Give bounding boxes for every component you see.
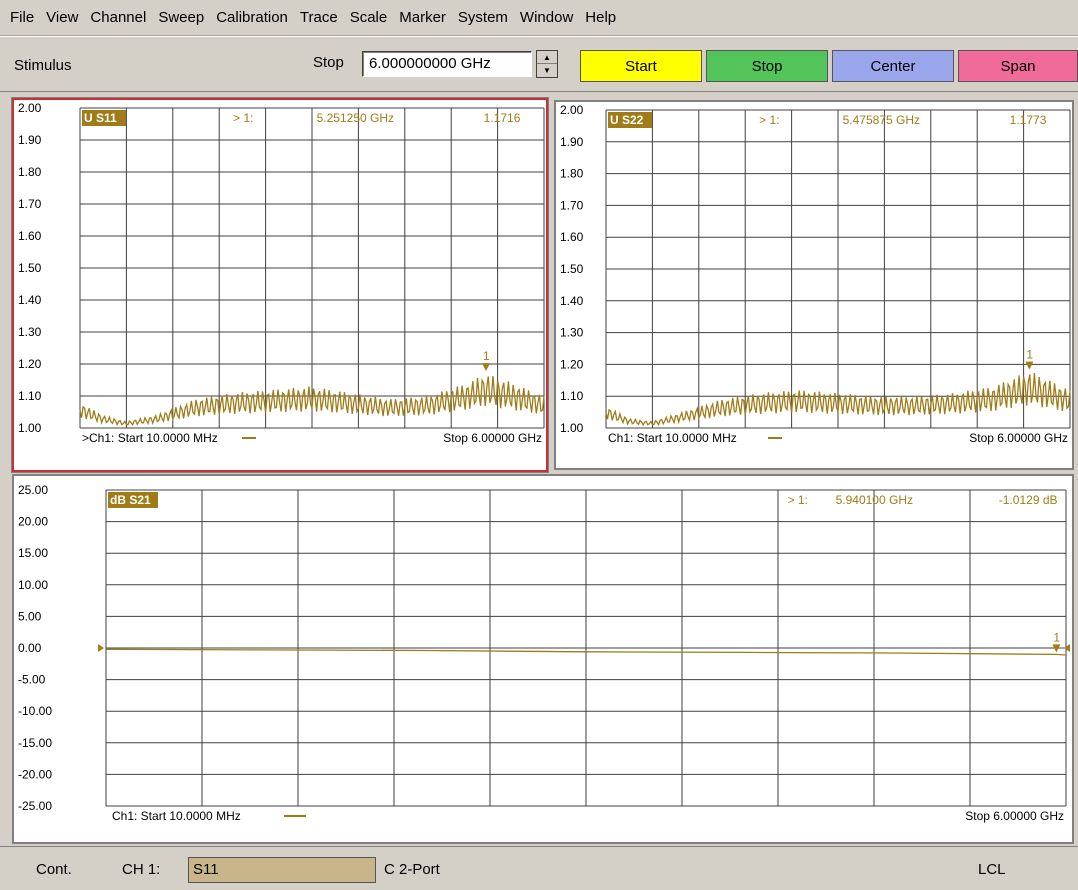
y-tick-label: 1.40 [560,294,584,308]
stop-frequency-input[interactable]: 6.000000000 GHz [362,51,532,77]
y-tick-label: 1.80 [18,165,42,179]
trace-label: U S11 [84,111,117,125]
y-tick-label: -25.00 [18,799,52,813]
menu-help[interactable]: Help [579,0,622,36]
stop-field-label: Stop [313,54,344,71]
marker-triangle-icon [1025,361,1034,370]
y-tick-label: 20.00 [18,515,48,529]
plot-window-s11[interactable]: 2.00 1.90 1.80 1.70 1.60 1.50 1.40 1.30 1.20 1.10… [11,97,549,473]
remote-status: LCL [978,861,1006,878]
plot-window-s22[interactable]: 2.00 1.90 1.80 1.70 1.60 1.50 1.40 1.30 1.20 1.10… [554,100,1074,470]
sweep-mode: Cont. [36,861,72,878]
sweep-start-label: Ch1: Start 10.0000 MHz [608,431,737,445]
marker-frequency: 5.940100 GHz [836,493,913,507]
marker-number: 1 [483,349,490,363]
marker-frequency: 5.251250 GHz [317,111,394,125]
marker-frequency: 5.475875 GHz [843,113,920,127]
y-tick-label: 1.50 [18,261,42,275]
y-tick-label: 1.10 [18,389,42,403]
stop-button[interactable]: Stop [706,50,828,82]
menu-window[interactable]: Window [514,0,579,36]
sweep-stop-label: Stop 6.00000 GHz [443,431,542,445]
y-tick-label: 1.10 [560,389,584,403]
span-button[interactable]: Span [958,50,1078,82]
marker-number: 1 [1053,630,1060,644]
plot-area: 2.00 1.90 1.80 1.70 1.60 1.50 1.40 1.30 1.20 1.10… [0,92,1078,846]
menu-file[interactable]: File [4,0,40,36]
menu-view[interactable]: View [40,0,84,36]
plot-window-s21[interactable]: 25.00 20.00 15.00 10.00 5.00 0.00 -5.00 -10.00 -… [12,474,1074,844]
marker-value: -1.0129 dB [999,493,1058,507]
menu-calibration[interactable]: Calibration [210,0,294,36]
marker-triangle-icon [482,363,490,372]
y-tick-label: 1.50 [560,262,584,276]
channel-label: CH 1: [122,861,161,878]
status-bar: Cont. CH 1: S11 C 2-Port LCL [0,846,1078,890]
y-tick-label: -20.00 [18,767,52,781]
y-tick-label: -15.00 [18,736,52,750]
y-tick-label: 1.00 [18,421,42,435]
reference-right-icon [1064,644,1070,652]
y-tick-label: 1.70 [560,198,584,212]
frequency-spinner[interactable]: ▲ ▼ [536,50,558,78]
s11-chart: 2.00 1.90 1.80 1.70 1.60 1.50 1.40 1.30 1.20 1.10… [18,101,545,445]
y-tick-label: 1.90 [18,133,42,147]
y-tick-label: 25.00 [18,483,48,497]
active-parameter[interactable]: S11 [188,857,376,883]
y-tick-label: 1.70 [18,197,42,211]
menu-trace[interactable]: Trace [294,0,344,36]
stimulus-toolbar: Stimulus Stop 6.000000000 GHz ▲ ▼ Start … [0,36,1078,92]
menu-system[interactable]: System [452,0,514,36]
y-tick-label: -5.00 [18,673,46,687]
stimulus-label: Stimulus [14,57,72,74]
spin-down-icon[interactable]: ▼ [537,64,557,77]
y-tick-label: 1.80 [560,167,584,181]
marker-readout-label: > 1: [233,111,253,125]
y-tick-label: 1.20 [560,357,584,371]
y-tick-label: 1.30 [560,326,584,340]
y-tick-label: 1.00 [560,421,584,435]
trace-label: dB S21 [110,493,151,507]
y-tick-label: 2.00 [560,103,584,117]
reference-left-icon [98,644,104,652]
y-tick-label: 10.00 [18,578,48,592]
menu-scale[interactable]: Scale [344,0,394,36]
marker-value: 1.1773 [1010,113,1047,127]
y-tick-label: 1.30 [18,325,42,339]
sweep-stop-label: Stop 6.00000 GHz [965,809,1064,823]
y-tick-label: 15.00 [18,546,48,560]
sweep-start-label: >Ch1: Start 10.0000 MHz [82,431,218,445]
y-tick-label: 2.00 [18,101,42,115]
start-button[interactable]: Start [580,50,702,82]
y-tick-label: 1.60 [560,230,584,244]
spin-up-icon[interactable]: ▲ [537,51,557,64]
y-tick-label: -10.00 [18,704,52,718]
marker-readout-label: > 1: [759,113,779,127]
marker-value: 1.1716 [484,111,521,125]
marker-readout-label: > 1: [788,493,808,507]
y-tick-label: 1.60 [18,229,42,243]
y-tick-label: 1.90 [560,135,584,149]
menu-channel[interactable]: Channel [84,0,152,36]
marker-number: 1 [1026,348,1033,362]
menu-sweep[interactable]: Sweep [152,0,210,36]
menu-marker[interactable]: Marker [393,0,452,36]
s22-chart: 2.00 1.90 1.80 1.70 1.60 1.50 1.40 1.30 1.20 1.10… [560,103,1071,445]
y-tick-label: 1.40 [18,293,42,307]
menu-bar: File View Channel Sweep Calibration Trac… [0,0,1078,36]
trace-label: U S22 [610,113,644,127]
center-button[interactable]: Center [832,50,954,82]
s21-chart: 25.00 20.00 15.00 10.00 5.00 0.00 -5.00 -10.00 -… [18,483,1070,823]
y-tick-label: 1.20 [18,357,42,371]
calibration-status: C 2-Port [384,861,440,878]
sweep-start-label: Ch1: Start 10.0000 MHz [112,809,241,823]
sweep-stop-label: Stop 6.00000 GHz [969,431,1068,445]
y-tick-label: 5.00 [18,609,42,623]
y-tick-label: 0.00 [18,641,42,655]
